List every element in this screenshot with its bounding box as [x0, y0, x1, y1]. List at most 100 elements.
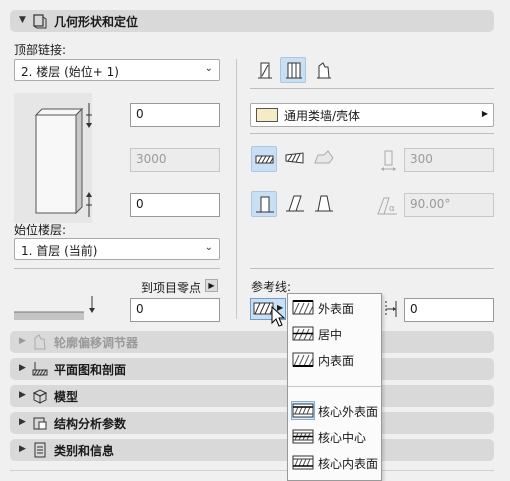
menu-item-center[interactable]: 居中	[288, 322, 381, 346]
profile-wall-icon	[317, 62, 331, 79]
wall-height-input: 3000	[130, 148, 220, 172]
polygon-wall-icon	[314, 150, 334, 164]
wall-type-composite-button[interactable]	[280, 57, 306, 83]
slant-angle-icon: α	[377, 197, 397, 215]
divider	[250, 88, 494, 89]
section-floor-plan[interactable]: ▶ 平面图和剖面	[10, 358, 494, 380]
menu-item-label: 外表面	[318, 302, 355, 316]
elevation-diagram-icon	[14, 296, 95, 320]
divider	[250, 133, 494, 134]
core-center-icon	[292, 429, 314, 444]
slant-double-button[interactable]	[311, 191, 337, 217]
project-zero-label: 到项目零点	[141, 281, 202, 295]
reference-offset-value: 0	[410, 302, 418, 316]
building-material-select[interactable]: 通用类墙/壳体 ▶	[250, 103, 494, 127]
svg-text:α: α	[389, 204, 395, 214]
hatched-trapezoid-icon	[285, 152, 304, 164]
top-offset-value: 0	[136, 107, 144, 121]
menu-item-label: 内表面	[318, 354, 355, 368]
model-cube-icon	[32, 389, 48, 404]
wall-type-profile-button[interactable]	[311, 58, 337, 84]
section-title: 模型	[54, 390, 79, 404]
menu-item-outside[interactable]: 外表面	[288, 296, 381, 320]
bottom-offset-input[interactable]: 0	[130, 193, 220, 217]
offset-icon	[385, 301, 397, 317]
menu-item-label: 核心内表面	[318, 457, 379, 471]
shape-trapezoid-button[interactable]	[282, 146, 308, 172]
menu-item-label: 居中	[318, 328, 343, 342]
wall-height-diagram-icon	[14, 93, 92, 223]
expand-arrow-icon[interactable]: ▶	[19, 444, 26, 454]
top-link-label: 顶部链接:	[14, 43, 67, 57]
expand-arrow-icon[interactable]: ▶	[19, 363, 26, 373]
menu-item-core-inside[interactable]: 核心内表面	[288, 451, 381, 475]
top-offset-input[interactable]: 0	[130, 103, 220, 127]
mouse-cursor-icon	[271, 306, 286, 327]
inside-face-icon	[292, 352, 314, 367]
building-material-value: 通用类墙/壳体	[284, 109, 361, 123]
profile-modifier-icon	[34, 334, 46, 350]
slant-inclined-button[interactable]	[282, 191, 308, 217]
material-swatch-icon	[256, 108, 278, 122]
slant-angle-input: 90.00°	[404, 193, 494, 217]
section-title: 几何形状和定位	[54, 15, 139, 29]
bottom-offset-value: 0	[136, 197, 144, 211]
document-icon	[34, 442, 46, 458]
center-line-icon	[292, 326, 314, 341]
thickness-icon	[381, 150, 396, 171]
composite-wall-icon	[286, 62, 302, 79]
reference-offset-input[interactable]: 0	[404, 298, 494, 322]
inclined-wall-icon	[286, 195, 304, 212]
divider	[10, 470, 494, 471]
hatched-rectangle-icon	[255, 155, 274, 164]
section-category[interactable]: ▶ 类别和信息	[10, 439, 494, 461]
section-model[interactable]: ▶ 模型	[10, 385, 494, 407]
section-title: 结构分析参数	[54, 417, 127, 431]
shape-polygon-button	[311, 146, 337, 172]
menu-item-inside[interactable]: 内表面	[288, 348, 381, 372]
expand-arrow-icon[interactable]: ▶	[19, 390, 26, 400]
chevron-down-icon: ⌄	[204, 63, 213, 74]
menu-item-core-center[interactable]: 核心中心	[288, 425, 381, 449]
menu-separator	[288, 386, 381, 387]
home-story-value: 1. 首层 (当前)	[21, 244, 98, 258]
core-outside-icon	[291, 401, 315, 420]
menu-item-label: 核心中心	[318, 431, 367, 445]
geometry-section-header[interactable]: ▼ 几何形状和定位	[10, 10, 494, 32]
wall-height-value: 3000	[136, 152, 167, 166]
column-divider	[236, 59, 237, 319]
section-title: 轮廓偏移调节器	[54, 336, 139, 350]
core-inside-icon	[292, 455, 314, 470]
expand-arrow-icon[interactable]: ▶	[19, 417, 26, 427]
expand-arrow-icon: ▶	[19, 336, 26, 346]
thickness-input: 300	[404, 148, 494, 172]
divider	[250, 268, 494, 269]
wall-type-straight-button[interactable]	[252, 58, 278, 84]
chevron-down-icon: ⌄	[204, 242, 213, 253]
straight-wall-icon	[258, 62, 272, 79]
shape-straight-button[interactable]	[251, 146, 277, 172]
slant-angle-value: 90.00°	[410, 197, 451, 211]
section-profile-modifier: ▶ 轮廓偏移调节器	[10, 331, 494, 353]
floor-plan-icon	[32, 362, 48, 376]
top-link-select[interactable]: 2. 楼层 (始位+ 1) ⌄	[14, 59, 220, 81]
top-link-value: 2. 楼层 (始位+ 1)	[21, 65, 119, 79]
section-title: 平面图和剖面	[54, 363, 127, 377]
double-slanted-wall-icon	[315, 195, 333, 212]
section-structural-analysis[interactable]: ▶ 结构分析参数	[10, 412, 494, 434]
slant-straight-button[interactable]	[251, 191, 277, 217]
project-zero-input[interactable]: 0	[130, 298, 220, 322]
vertical-wall-icon	[256, 196, 274, 213]
play-arrow-icon: ▶	[481, 109, 488, 118]
menu-item-core-outside[interactable]: 核心外表面	[288, 399, 381, 423]
collapse-arrow-icon[interactable]: ▼	[19, 15, 26, 25]
reference-line-label: 参考线:	[251, 280, 292, 294]
thickness-value: 300	[410, 152, 433, 166]
menu-item-label: 核心外表面	[318, 405, 379, 419]
geometry-icon	[33, 14, 47, 29]
play-arrow-icon[interactable]: ▶	[205, 279, 218, 292]
home-story-select[interactable]: 1. 首层 (当前) ⌄	[14, 238, 220, 260]
project-zero-value: 0	[136, 302, 144, 316]
structural-analysis-icon	[33, 417, 47, 430]
outside-face-icon	[292, 300, 314, 315]
